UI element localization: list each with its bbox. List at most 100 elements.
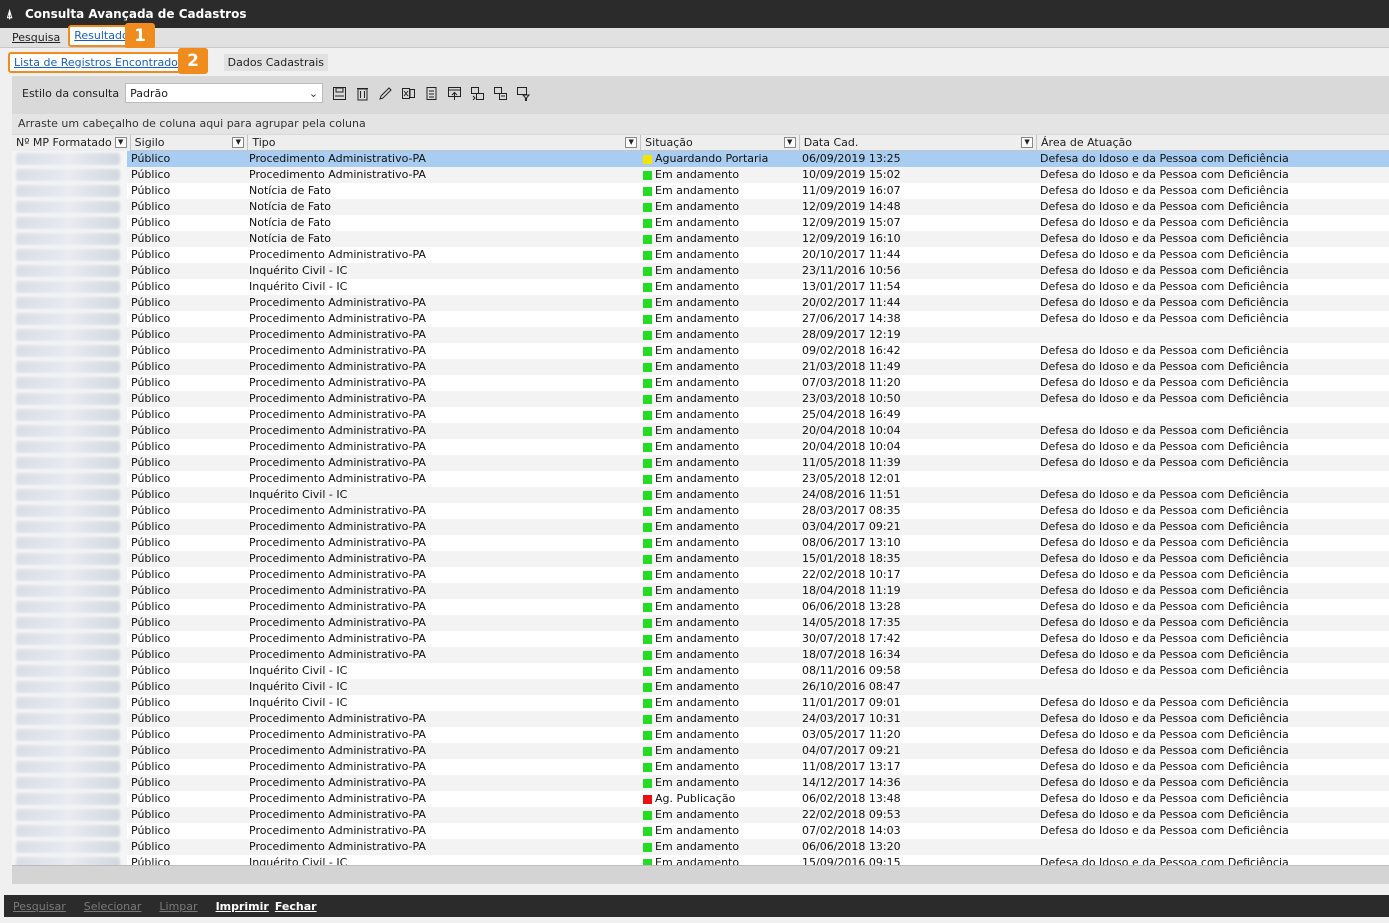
style-select[interactable]: Padrão ⌄ bbox=[125, 83, 324, 103]
table-row[interactable]: Público Procedimento Administrativo-PA Em … bbox=[12, 839, 1389, 855]
status-indicator-icon bbox=[643, 762, 652, 772]
table-row[interactable]: Público Procedimento Administrativo-PA Em … bbox=[12, 503, 1389, 519]
filter-dropdown-icon[interactable]: ▼ bbox=[1021, 137, 1034, 148]
column-header-data-cad[interactable]: Data Cad. ▼ bbox=[800, 135, 1038, 151]
tab-lista-registros[interactable]: Lista de Registros Encontrados bbox=[8, 51, 190, 73]
cell-area-atuacao: Defesa do Idoso e da Pessoa com Deficiên… bbox=[1040, 808, 1289, 821]
status-text: Em andamento bbox=[655, 472, 740, 485]
filter-dropdown-icon[interactable]: ▼ bbox=[625, 137, 638, 148]
table-row[interactable]: Público Procedimento Administrativo-PA Em … bbox=[12, 359, 1389, 375]
status-text: Aguardando Portaria bbox=[655, 152, 769, 165]
table-row[interactable]: Público Procedimento Administrativo-PA Ag.… bbox=[12, 791, 1389, 807]
table-row[interactable]: Público Procedimento Administrativo-PA Em … bbox=[12, 455, 1389, 471]
table-row[interactable]: Público Procedimento Administrativo-PA Em … bbox=[12, 743, 1389, 759]
status-indicator-icon bbox=[643, 362, 652, 372]
status-text: Em andamento bbox=[655, 216, 740, 229]
horizontal-scrollbar[interactable] bbox=[12, 865, 1389, 884]
cell-sigilo: Público bbox=[131, 632, 171, 645]
cell-situacao: Em andamento bbox=[639, 215, 798, 231]
redacted-value bbox=[16, 265, 120, 277]
status-text: Em andamento bbox=[655, 328, 740, 341]
tab-pesquisa[interactable]: Pesquisa bbox=[8, 29, 64, 47]
table-row[interactable]: Público Procedimento Administrativo-PA Em … bbox=[12, 551, 1389, 567]
cell-data-cad: 10/09/2019 15:02 bbox=[802, 168, 901, 181]
cell-nmp-redacted bbox=[12, 599, 127, 615]
table-row[interactable]: Público Inquérito Civil - IC Em andamento 2… bbox=[12, 487, 1389, 503]
table-row[interactable]: Público Procedimento Administrativo-PA Em … bbox=[12, 759, 1389, 775]
notes-icon[interactable] bbox=[421, 83, 441, 103]
cell-tipo: Procedimento Administrativo-PA bbox=[249, 712, 426, 725]
export-up-icon[interactable] bbox=[444, 83, 464, 103]
table-row[interactable]: Público Notícia de Fato Em andamento 12/09/… bbox=[12, 199, 1389, 215]
table-row[interactable]: Público Procedimento Administrativo-PA Em … bbox=[12, 391, 1389, 407]
table-row[interactable]: Público Procedimento Administrativo-PA Em … bbox=[12, 247, 1389, 263]
export-filter-icon[interactable] bbox=[513, 83, 533, 103]
table-row[interactable]: Público Procedimento Administrativo-PA Em … bbox=[12, 519, 1389, 535]
table-row[interactable]: Público Procedimento Administrativo-PA Em … bbox=[12, 583, 1389, 599]
table-row[interactable]: Público Inquérito Civil - IC Em andamento 0… bbox=[12, 663, 1389, 679]
table-row[interactable]: Público Procedimento Administrativo-PA Em … bbox=[12, 471, 1389, 487]
filter-dropdown-icon[interactable]: ▼ bbox=[232, 137, 245, 148]
table-row[interactable]: Público Notícia de Fato Em andamento 11/09/… bbox=[12, 183, 1389, 199]
table-row[interactable]: Público Procedimento Administrativo-PA Em … bbox=[12, 567, 1389, 583]
pesquisar-button[interactable]: Pesquisar bbox=[13, 900, 66, 913]
tab-dados-cadastrais[interactable]: Dados Cadastrais bbox=[223, 53, 329, 71]
redacted-value bbox=[16, 569, 120, 581]
table-row[interactable]: Público Procedimento Administrativo-PA Em … bbox=[12, 423, 1389, 439]
save-icon[interactable] bbox=[329, 83, 349, 103]
delete-icon[interactable] bbox=[352, 83, 372, 103]
cell-data-cad: 06/09/2019 13:25 bbox=[802, 152, 901, 165]
table-row[interactable]: Público Procedimento Administrativo-PA Em … bbox=[12, 439, 1389, 455]
imprimir-button[interactable]: Imprimir bbox=[216, 900, 269, 913]
table-row[interactable]: Público Inquérito Civil - IC Em andamento 2… bbox=[12, 263, 1389, 279]
table-row[interactable]: Público Procedimento Administrativo-PA Em … bbox=[12, 311, 1389, 327]
fechar-button[interactable]: Fechar bbox=[275, 900, 317, 913]
cell-tipo: Procedimento Administrativo-PA bbox=[249, 568, 426, 581]
column-header-sigilo[interactable]: Sigilo ▼ bbox=[131, 135, 249, 151]
table-row[interactable]: Público Procedimento Administrativo-PA Em … bbox=[12, 823, 1389, 839]
column-header-nmp[interactable]: Nº MP Formatado ▼ bbox=[12, 135, 131, 151]
results-grid: Nº MP Formatado ▼ Sigilo ▼ Tipo ▼ Situação ▼… bbox=[12, 135, 1389, 865]
column-header-situacao[interactable]: Situação ▼ bbox=[641, 135, 800, 151]
table-row[interactable]: Público Procedimento Administrativo-PA Em … bbox=[12, 343, 1389, 359]
filter-dropdown-icon[interactable]: ▼ bbox=[783, 137, 796, 148]
group-by-bar[interactable]: Arraste um cabeçalho de coluna aqui para… bbox=[12, 114, 1389, 134]
cell-situacao: Em andamento bbox=[639, 279, 798, 295]
table-row[interactable]: Público Procedimento Administrativo-PA Em … bbox=[12, 727, 1389, 743]
export-merge-icon[interactable] bbox=[467, 83, 487, 103]
table-row[interactable]: Público Procedimento Administrativo-PA Em … bbox=[12, 711, 1389, 727]
filter-dropdown-icon[interactable]: ▼ bbox=[114, 137, 127, 148]
table-row[interactable]: Público Notícia de Fato Em andamento 12/09/… bbox=[12, 231, 1389, 247]
table-row[interactable]: Público Inquérito Civil - IC Em andamento 2… bbox=[12, 679, 1389, 695]
export-list-icon[interactable] bbox=[490, 83, 510, 103]
table-row[interactable]: Público Procedimento Administrativo-PA Em … bbox=[12, 599, 1389, 615]
status-text: Em andamento bbox=[655, 840, 740, 853]
selecionar-button[interactable]: Selecionar bbox=[84, 900, 142, 913]
table-row[interactable]: Público Procedimento Administrativo-PA Em … bbox=[12, 327, 1389, 343]
cell-situacao: Em andamento bbox=[639, 519, 798, 535]
excel-export-icon[interactable] bbox=[398, 83, 418, 103]
table-row[interactable]: Público Procedimento Administrativo-PA Em … bbox=[12, 631, 1389, 647]
column-header-area-atuacao[interactable]: Área de Atuação bbox=[1037, 135, 1389, 151]
table-row[interactable]: Público Procedimento Administrativo-PA Agu… bbox=[12, 151, 1389, 167]
table-row[interactable]: Público Procedimento Administrativo-PA Em … bbox=[12, 807, 1389, 823]
table-row[interactable]: Público Inquérito Civil - IC Em andamento 1… bbox=[12, 695, 1389, 711]
table-row[interactable]: Público Notícia de Fato Em andamento 12/09/… bbox=[12, 215, 1389, 231]
table-row[interactable]: Público Procedimento Administrativo-PA Em … bbox=[12, 535, 1389, 551]
table-row[interactable]: Público Procedimento Administrativo-PA Em … bbox=[12, 295, 1389, 311]
table-row[interactable]: Público Procedimento Administrativo-PA Em … bbox=[12, 375, 1389, 391]
table-row[interactable]: Público Procedimento Administrativo-PA Em … bbox=[12, 647, 1389, 663]
cell-area-atuacao: Defesa do Idoso e da Pessoa com Deficiên… bbox=[1040, 632, 1289, 645]
table-row[interactable]: Público Inquérito Civil - IC Em andamento 1… bbox=[12, 855, 1389, 865]
table-row[interactable]: Público Inquérito Civil - IC Em andamento 1… bbox=[12, 279, 1389, 295]
cell-area-atuacao bbox=[1036, 679, 1389, 695]
table-row[interactable]: Público Procedimento Administrativo-PA Em … bbox=[12, 407, 1389, 423]
redacted-value bbox=[16, 857, 120, 865]
column-header-tipo[interactable]: Tipo ▼ bbox=[248, 135, 642, 151]
table-row[interactable]: Público Procedimento Administrativo-PA Em … bbox=[12, 167, 1389, 183]
table-row[interactable]: Público Procedimento Administrativo-PA Em … bbox=[12, 775, 1389, 791]
edit-icon[interactable] bbox=[375, 83, 395, 103]
redacted-value bbox=[16, 201, 120, 213]
limpar-button[interactable]: Limpar bbox=[159, 900, 197, 913]
table-row[interactable]: Público Procedimento Administrativo-PA Em … bbox=[12, 615, 1389, 631]
